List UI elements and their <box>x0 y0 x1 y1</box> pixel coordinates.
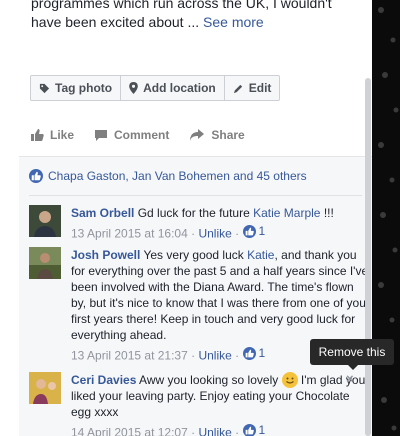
location-pin-icon <box>129 82 138 94</box>
add-location-label: Add location <box>143 81 216 95</box>
description-line-2: have been excited about ... <box>31 14 200 30</box>
comment-body: Sam Orbell Gd luck for the future Katie … <box>71 205 371 242</box>
comment-button[interactable]: Comment <box>94 128 169 142</box>
avatar[interactable] <box>29 205 61 237</box>
comment-text-after: !!! <box>323 206 334 220</box>
like-reaction-icon <box>242 423 256 436</box>
like-reaction-icon <box>242 224 256 238</box>
comment-like-count[interactable]: 1 <box>242 223 266 239</box>
share-arrow-icon <box>190 129 205 141</box>
description-line-1: programmes which run across the UK, I wo… <box>31 0 332 11</box>
like-count: 1 <box>258 224 266 238</box>
meta-separator: · <box>235 425 240 436</box>
avatar[interactable] <box>29 247 61 279</box>
comment-text-after: , and thank you for everything over the … <box>71 248 370 342</box>
comment-like-count[interactable]: 1 <box>242 345 266 361</box>
photo-post-panel: programmes which run across the UK, I wo… <box>0 0 372 436</box>
comment-like-count[interactable]: 1 <box>242 422 266 436</box>
like-button[interactable]: Like <box>30 128 74 142</box>
scrollbar[interactable] <box>365 78 371 436</box>
smiley-emoji-icon <box>281 372 298 388</box>
meta-separator: · <box>191 226 196 241</box>
add-location-button[interactable]: Add location <box>121 76 225 100</box>
like-reaction-icon <box>242 346 256 360</box>
likes-summary[interactable]: Chapa Gaston, Jan Van Bohemen and 45 oth… <box>29 169 307 183</box>
thumbs-up-icon <box>31 129 44 141</box>
like-reaction-icon <box>29 169 43 183</box>
pencil-icon <box>233 84 242 93</box>
meta-separator: · <box>235 226 240 241</box>
comments-section: Chapa Gaston, Jan Van Bohemen and 45 oth… <box>19 156 372 436</box>
comment-author[interactable]: Josh Powell <box>71 248 140 262</box>
tag-photo-button[interactable]: Tag photo <box>31 76 122 100</box>
unlike-button[interactable]: Unlike <box>198 426 231 436</box>
comment-body: Ceri Davies Aww you looking so lovely I'… <box>71 372 371 436</box>
comment-date[interactable]: 14 April 2015 at 12:07 <box>71 426 188 436</box>
comment-bubble-icon <box>95 130 108 141</box>
edit-button[interactable]: Edit <box>225 76 280 100</box>
like-label: Like <box>50 128 75 142</box>
divider <box>29 195 362 196</box>
unlike-button[interactable]: Unlike <box>198 227 231 241</box>
comment-date[interactable]: 13 April 2015 at 21:37 <box>71 349 188 363</box>
comment-mention[interactable]: Katie <box>247 248 274 262</box>
close-icon[interactable]: × <box>346 371 354 386</box>
share-label: Share <box>211 128 245 142</box>
see-more-link[interactable]: See more <box>203 14 264 30</box>
comment-mention[interactable]: Katie Marple <box>253 206 320 220</box>
comment-text: Gd luck for the future <box>137 206 250 220</box>
comment-text: Aww you looking so lovely <box>139 373 279 387</box>
post-description: programmes which run across the UK, I wo… <box>31 0 361 32</box>
comment-date[interactable]: 13 April 2015 at 16:04 <box>71 227 188 241</box>
photo-actions-bar: Tag photo Add location Edit <box>30 75 281 101</box>
comment-meta: 14 April 2015 at 12:07 · Unlike · 1 <box>71 422 371 436</box>
avatar[interactable] <box>29 372 61 404</box>
tag-icon <box>39 83 50 93</box>
tag-photo-label: Tag photo <box>55 81 113 95</box>
share-button[interactable]: Share <box>189 128 245 142</box>
edit-label: Edit <box>248 81 272 95</box>
meta-separator: · <box>191 425 196 436</box>
like-count: 1 <box>258 346 266 360</box>
comment-author[interactable]: Ceri Davies <box>71 373 136 387</box>
meta-separator: · <box>235 348 240 363</box>
likes-summary-text[interactable]: Chapa Gaston, Jan Van Bohemen and 45 oth… <box>48 169 307 183</box>
post-actions: Like Comment Share <box>30 128 245 142</box>
comment-meta: 13 April 2015 at 16:04 · Unlike · 1 <box>71 223 371 242</box>
comment-text: Yes very good luck <box>143 248 244 262</box>
comment-label: Comment <box>114 128 170 142</box>
meta-separator: · <box>191 348 196 363</box>
comment-author[interactable]: Sam Orbell <box>71 206 134 220</box>
remove-tooltip: Remove this <box>310 339 394 370</box>
unlike-button[interactable]: Unlike <box>198 349 231 363</box>
like-count: 1 <box>258 423 266 436</box>
